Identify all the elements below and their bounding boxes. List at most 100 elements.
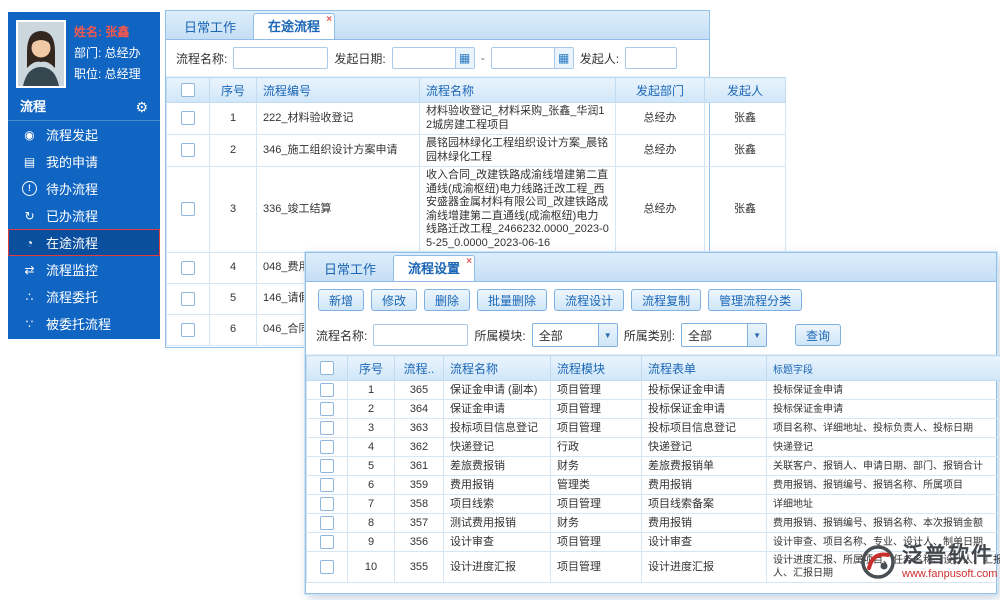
cell: 4 [347,437,395,457]
user-name: 姓名: 张鑫 [74,25,130,39]
row-checkbox[interactable] [320,383,334,397]
table-row[interactable]: 1 222_材料验收登记 材料验收登记_材料采购_张鑫_华润12城房建工程项目 总经办… [166,102,786,135]
table-row[interactable]: 2364保证金申请项目管理投标保证金申请投标保证金申请财务类 [306,399,1000,419]
column-header[interactable]: 标题字段 [766,355,1000,381]
edit-button[interactable]: 修改 [371,289,418,311]
column-header[interactable]: 序号 [209,77,257,103]
tab-日常工作[interactable]: 日常工作 [170,16,250,39]
add-button[interactable]: 新增 [318,289,365,311]
table-row[interactable]: 7358项目线索项目管理项目线索备案详细地址人事类 [306,494,1000,514]
row-checkbox[interactable] [320,478,334,492]
close-icon[interactable]: × [326,14,332,25]
module-select-value: 全部 [538,328,563,343]
table-row[interactable]: 3 363 投标项目信息登记 项目管理 投标项目信息登记 项目名称、详细地址、投标负责人、… [306,418,1000,438]
table-row[interactable]: 3 336_竣工结算 收入合同_改建铁路成渝线增建第二直通线(成渝枢纽)电力线路迁改… [166,166,786,253]
cell: 2 [347,399,395,419]
calendar-icon[interactable]: ▦ [454,48,474,68]
column-header[interactable]: 流程编号 [256,77,420,103]
cell: 费用报销 [443,475,551,495]
document-icon: ▤ [23,154,36,169]
calendar-icon[interactable]: ▦ [553,48,573,68]
process-design-button[interactable]: 流程设计 [554,289,625,311]
close-icon[interactable]: × [466,256,472,267]
cell: 费用报销 [641,513,767,533]
cell: 晨铭园林绿化工程组织设计方案_晨铭园林绿化工程 [419,134,616,167]
module-select[interactable]: 全部 ▼ [531,323,618,347]
cell: 358 [394,494,444,514]
end-date-input[interactable] [491,50,554,66]
table-row[interactable]: 6359费用报销管理类费用报销费用报销、报销编号、报销名称、所属项目人事类 [306,475,1000,495]
batch-delete-button[interactable]: 批量删除 [477,289,548,311]
column-header[interactable]: 流程.. [394,355,444,381]
cell: 收入合同_改建铁路成渝线增建第二直通线(成渝枢纽)电力线路迁改工程_西安盛器金属… [419,166,616,253]
initiator-input[interactable] [625,47,678,69]
sidebar-item-completed-processes[interactable]: ↻ 已办流程 [8,202,160,229]
sidebar-item-in-transit-processes[interactable]: ◔ 在途流程 [8,229,160,256]
row-checkbox[interactable] [181,291,195,306]
start-date-field[interactable]: ▦ [391,47,475,69]
cell: 设计进度汇报 [641,551,767,583]
sidebar-item-pending-processes[interactable]: ! 待办流程 [8,175,160,202]
cell: 222_材料验收登记 [256,102,420,135]
table-row[interactable]: 8357测试费用报销财务费用报销费用报销、报销编号、报销名称、本次报销金额财务类 [306,513,1000,533]
tab-日常工作[interactable]: 日常工作 [310,258,390,281]
column-header[interactable]: 流程名称 [443,355,551,381]
delete-button[interactable]: 删除 [424,289,471,311]
cell: 7 [347,494,395,514]
row-checkbox[interactable] [320,535,334,549]
row-checkbox[interactable] [320,516,334,530]
sidebar-item-process-monitor[interactable]: ⇄ 流程监控 [8,256,160,283]
row-checkbox[interactable] [320,440,334,454]
start-date-input[interactable] [392,50,455,66]
search-button[interactable]: 查询 [795,324,842,346]
brand-logo: 泛普软件 www.fanpusoft.com [860,544,997,580]
end-date-field[interactable]: ▦ [490,47,574,69]
row-checkbox[interactable] [320,421,334,435]
cell: 财务 [550,513,642,533]
column-header[interactable]: 发起部门 [615,77,705,103]
table-row[interactable]: 2 346_施工组织设计方案申请 晨铭园林绿化工程组织设计方案_晨铭园林绿化工程 总经… [166,134,786,167]
select-all-checkbox[interactable] [181,83,195,98]
row-checkbox[interactable] [181,111,195,126]
cell: 项目管理 [550,399,642,419]
manage-category-button[interactable]: 管理流程分类 [708,289,803,311]
process-copy-button[interactable]: 流程复制 [631,289,702,311]
date-range-separator: - [480,51,485,65]
process-name-input[interactable] [233,47,329,69]
sidebar-item-label: 我的申请 [46,155,99,170]
tab-流程设置[interactable]: 流程设置 × [393,255,476,281]
row-checkbox[interactable] [181,202,195,217]
table-row[interactable]: 1365保证金申请 (副本)项目管理投标保证金申请投标保证金申请财务类 [306,380,1000,400]
sidebar-item-process-delegate[interactable]: ∴ 流程委托 [8,283,160,310]
row-checkbox[interactable] [320,459,334,473]
table-row[interactable]: 5361差旅费报销财务差旅费报销单关联客户、报销人、申请日期、部门、报销合计人事… [306,456,1000,476]
column-header[interactable]: 发起人 [704,77,786,103]
gear-icon[interactable]: ⚙ [135,94,148,120]
row-checkbox[interactable] [181,143,195,158]
sidebar-item-process-initiate[interactable]: ◉ 流程发起 [8,121,160,148]
tab-在途流程[interactable]: 在途流程 × [253,13,336,39]
cell: 项目线索 [443,494,551,514]
front-process-name-input[interactable] [373,324,469,346]
cell: 365 [394,380,444,400]
row-checkbox[interactable] [320,497,334,511]
row-checkbox[interactable] [320,560,334,574]
sidebar-item-delegated-processes[interactable]: ∵ 被委托流程 [8,310,160,337]
cell: 投标项目信息登记 [641,418,767,438]
cell: 362 [394,437,444,457]
category-select[interactable]: 全部 ▼ [681,323,768,347]
chevron-down-icon: ▼ [747,324,767,346]
sidebar-header: 流程 ⚙ [8,94,160,121]
row-checkbox[interactable] [181,322,195,337]
logo-text-block: 泛普软件 www.fanpusoft.com [902,544,997,580]
column-header[interactable]: 流程表单 [641,355,767,381]
row-checkbox[interactable] [320,402,334,416]
row-checkbox[interactable] [181,260,195,275]
table-row[interactable]: 4362快递登记行政快递登记快递登记人事类 [306,437,1000,457]
column-header[interactable]: 流程名称 [419,77,616,103]
select-all-checkbox[interactable] [320,361,334,376]
sidebar-item-my-applications[interactable]: ▤ 我的申请 [8,148,160,175]
column-header[interactable]: 序号 [347,355,395,381]
cell: 总经办 [615,134,705,167]
column-header[interactable]: 流程模块 [550,355,642,381]
